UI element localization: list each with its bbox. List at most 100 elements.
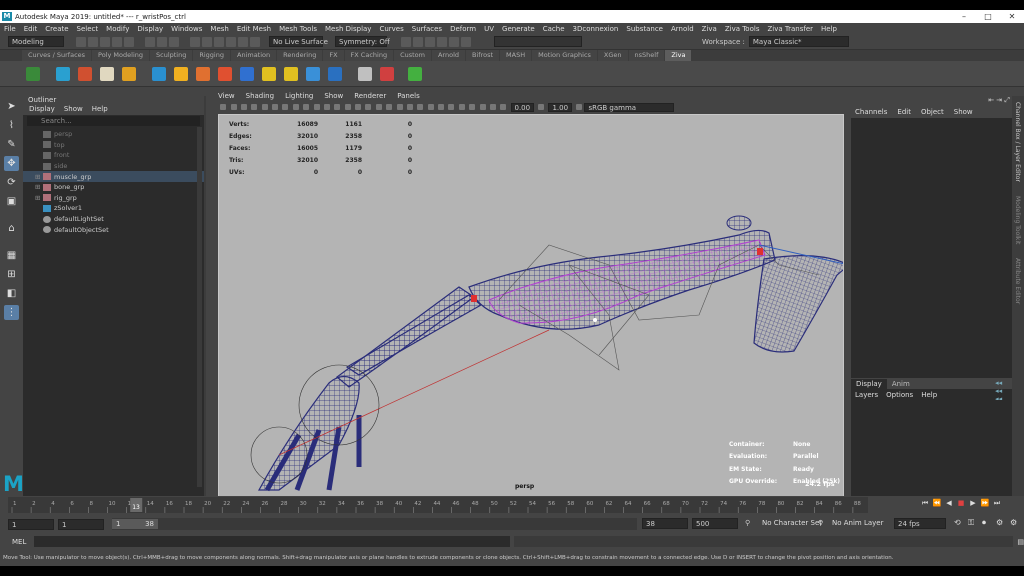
step-forward-key-button[interactable]: ⏩: [980, 499, 990, 511]
tissue-icon[interactable]: [78, 66, 92, 81]
smooth-shade-icon[interactable]: [365, 104, 372, 110]
resolution-gate-icon[interactable]: [303, 104, 310, 110]
material-icon[interactable]: [240, 66, 254, 81]
embedded-mesh-icon[interactable]: [262, 66, 276, 81]
go-to-start-button[interactable]: ⏮: [920, 499, 930, 511]
bookmark-icon[interactable]: [240, 104, 247, 110]
isolate-select-icon[interactable]: [458, 104, 465, 110]
expand-icon[interactable]: ⊞: [35, 194, 43, 202]
ambient-occlusion-icon[interactable]: [417, 104, 424, 110]
render-view-icon[interactable]: [449, 36, 459, 47]
shelf-tab-mash[interactable]: MASH: [500, 50, 532, 61]
range-slider-track[interactable]: 1 38: [112, 518, 637, 530]
safe-action-icon[interactable]: [334, 104, 341, 110]
play-backwards-button[interactable]: ◀: [944, 499, 954, 511]
ziva-solver-icon[interactable]: [56, 66, 70, 81]
channels-show-menu[interactable]: Show: [954, 108, 973, 116]
persp-outliner-layout-icon[interactable]: ◧: [4, 286, 19, 301]
time-slider-track[interactable]: 1246810121416182022242628303234363840424…: [8, 497, 868, 513]
select-object-icon[interactable]: [157, 36, 167, 47]
mel-input[interactable]: [34, 536, 510, 547]
menu-uv[interactable]: UV: [484, 25, 494, 33]
snap-grid-icon[interactable]: [190, 36, 200, 47]
playback-end-field[interactable]: 38: [642, 518, 688, 529]
outliner-item-rig-grp[interactable]: ⊞ rig_grp: [23, 193, 204, 204]
outliner-menu-help[interactable]: Help: [92, 105, 108, 115]
cloth-icon[interactable]: [122, 66, 136, 81]
menu-3dconnexion[interactable]: 3Dconnexion: [573, 25, 619, 33]
shelf-tab-animation[interactable]: Animation: [231, 50, 277, 61]
redo-icon[interactable]: [124, 36, 134, 47]
bone-icon[interactable]: [100, 66, 114, 81]
menu-cache[interactable]: Cache: [543, 25, 565, 33]
menu-substance[interactable]: Substance: [626, 25, 663, 33]
layers-help-menu[interactable]: Help: [921, 391, 937, 399]
settings-gear-icon[interactable]: [358, 66, 372, 81]
expand-icon[interactable]: ⊞: [35, 173, 43, 181]
camera-select-icon[interactable]: [220, 104, 227, 110]
menu-display[interactable]: Display: [137, 25, 163, 33]
outliner-item-muscle-grp[interactable]: ⊞ muscle_grp: [23, 171, 204, 182]
gamma-field[interactable]: 1.00: [548, 102, 573, 112]
menuset-dropdown[interactable]: Modeling: [8, 36, 64, 47]
menu-deform[interactable]: Deform: [450, 25, 476, 33]
outliner-item-defaultlightset[interactable]: defaultLightSet: [23, 214, 204, 225]
tab-anim[interactable]: Anim: [887, 379, 915, 389]
scale-tool-icon[interactable]: ▣: [4, 194, 19, 209]
shelf-tab-rendering[interactable]: Rendering: [277, 50, 323, 61]
safe-title-icon[interactable]: [344, 104, 351, 110]
playback-start-field[interactable]: 1: [58, 518, 104, 530]
snap-view-icon[interactable]: [226, 36, 236, 47]
side-tab-channel-box[interactable]: Channel Box / Layer Editor: [1014, 102, 1021, 182]
viewport-menu-view[interactable]: View: [218, 92, 235, 101]
outliner-menu-display[interactable]: Display: [29, 105, 55, 115]
shelf-tab-arnold[interactable]: Arnold: [431, 50, 466, 61]
image-plane-icon[interactable]: [251, 104, 258, 110]
stop-button[interactable]: ■: [956, 499, 966, 511]
layers-menu[interactable]: Layers: [855, 391, 878, 399]
snap-surface-icon[interactable]: [238, 36, 248, 47]
menu-ziva[interactable]: Ziva: [702, 25, 717, 33]
menu-generate[interactable]: Generate: [502, 25, 535, 33]
viewport-menu-shading[interactable]: Shading: [246, 92, 274, 101]
outliner-search-input[interactable]: Search...: [27, 116, 200, 126]
live-surface-field[interactable]: No Live Surface: [269, 36, 328, 47]
menu-mesh[interactable]: Mesh: [210, 25, 228, 33]
lights-icon[interactable]: [396, 104, 403, 110]
light-editor-icon[interactable]: [461, 36, 471, 47]
gamma-icon[interactable]: [538, 104, 545, 110]
undo-icon[interactable]: [112, 36, 122, 47]
menu-windows[interactable]: Windows: [171, 25, 202, 33]
outliner-scrollbar[interactable]: [197, 127, 202, 487]
play-simulation-icon[interactable]: [408, 66, 422, 81]
render-icon[interactable]: [401, 36, 411, 47]
snap-live-icon[interactable]: [250, 36, 260, 47]
ipr-render-icon[interactable]: [413, 36, 423, 47]
shelf-tab-ziva[interactable]: Ziva: [665, 50, 692, 61]
scene-panel-icon[interactable]: [380, 66, 394, 81]
move-tool-icon[interactable]: ✥: [4, 156, 19, 171]
channel-box-header-icons[interactable]: ⇤ ⇥ ⤢: [988, 96, 1010, 105]
character-set-dropdown[interactable]: No Character Set: [762, 519, 822, 527]
select-hierarchy-icon[interactable]: [145, 36, 155, 47]
rotate-tool-icon[interactable]: ⟳: [4, 175, 19, 190]
menu-mesh-display[interactable]: Mesh Display: [325, 25, 371, 33]
grease-pencil-icon[interactable]: [272, 104, 279, 110]
outliner-item-zsolver1[interactable]: zSolver1: [23, 203, 204, 214]
viewport-menu-panels[interactable]: Panels: [397, 92, 420, 101]
menu-modify[interactable]: Modify: [106, 25, 129, 33]
character-set-icon[interactable]: ⚲: [745, 519, 750, 527]
fiber-icon[interactable]: [174, 66, 188, 81]
expand-icon[interactable]: ⊞: [35, 183, 43, 191]
camera-attributes-icon[interactable]: [230, 104, 237, 110]
menu-edit[interactable]: Edit: [24, 25, 38, 33]
2d-pan-zoom-icon[interactable]: [261, 104, 268, 110]
range-slider-handle[interactable]: 1 38: [112, 519, 158, 529]
select-component-icon[interactable]: [169, 36, 179, 47]
menu-curves[interactable]: Curves: [379, 25, 403, 33]
playback-prefs-icon[interactable]: ⚙: [1010, 518, 1017, 527]
tab-display[interactable]: Display: [851, 379, 887, 389]
channels-edit-menu[interactable]: Edit: [897, 108, 911, 116]
maximize-button[interactable]: □: [976, 10, 1000, 23]
outliner-item-top[interactable]: top: [23, 140, 204, 151]
